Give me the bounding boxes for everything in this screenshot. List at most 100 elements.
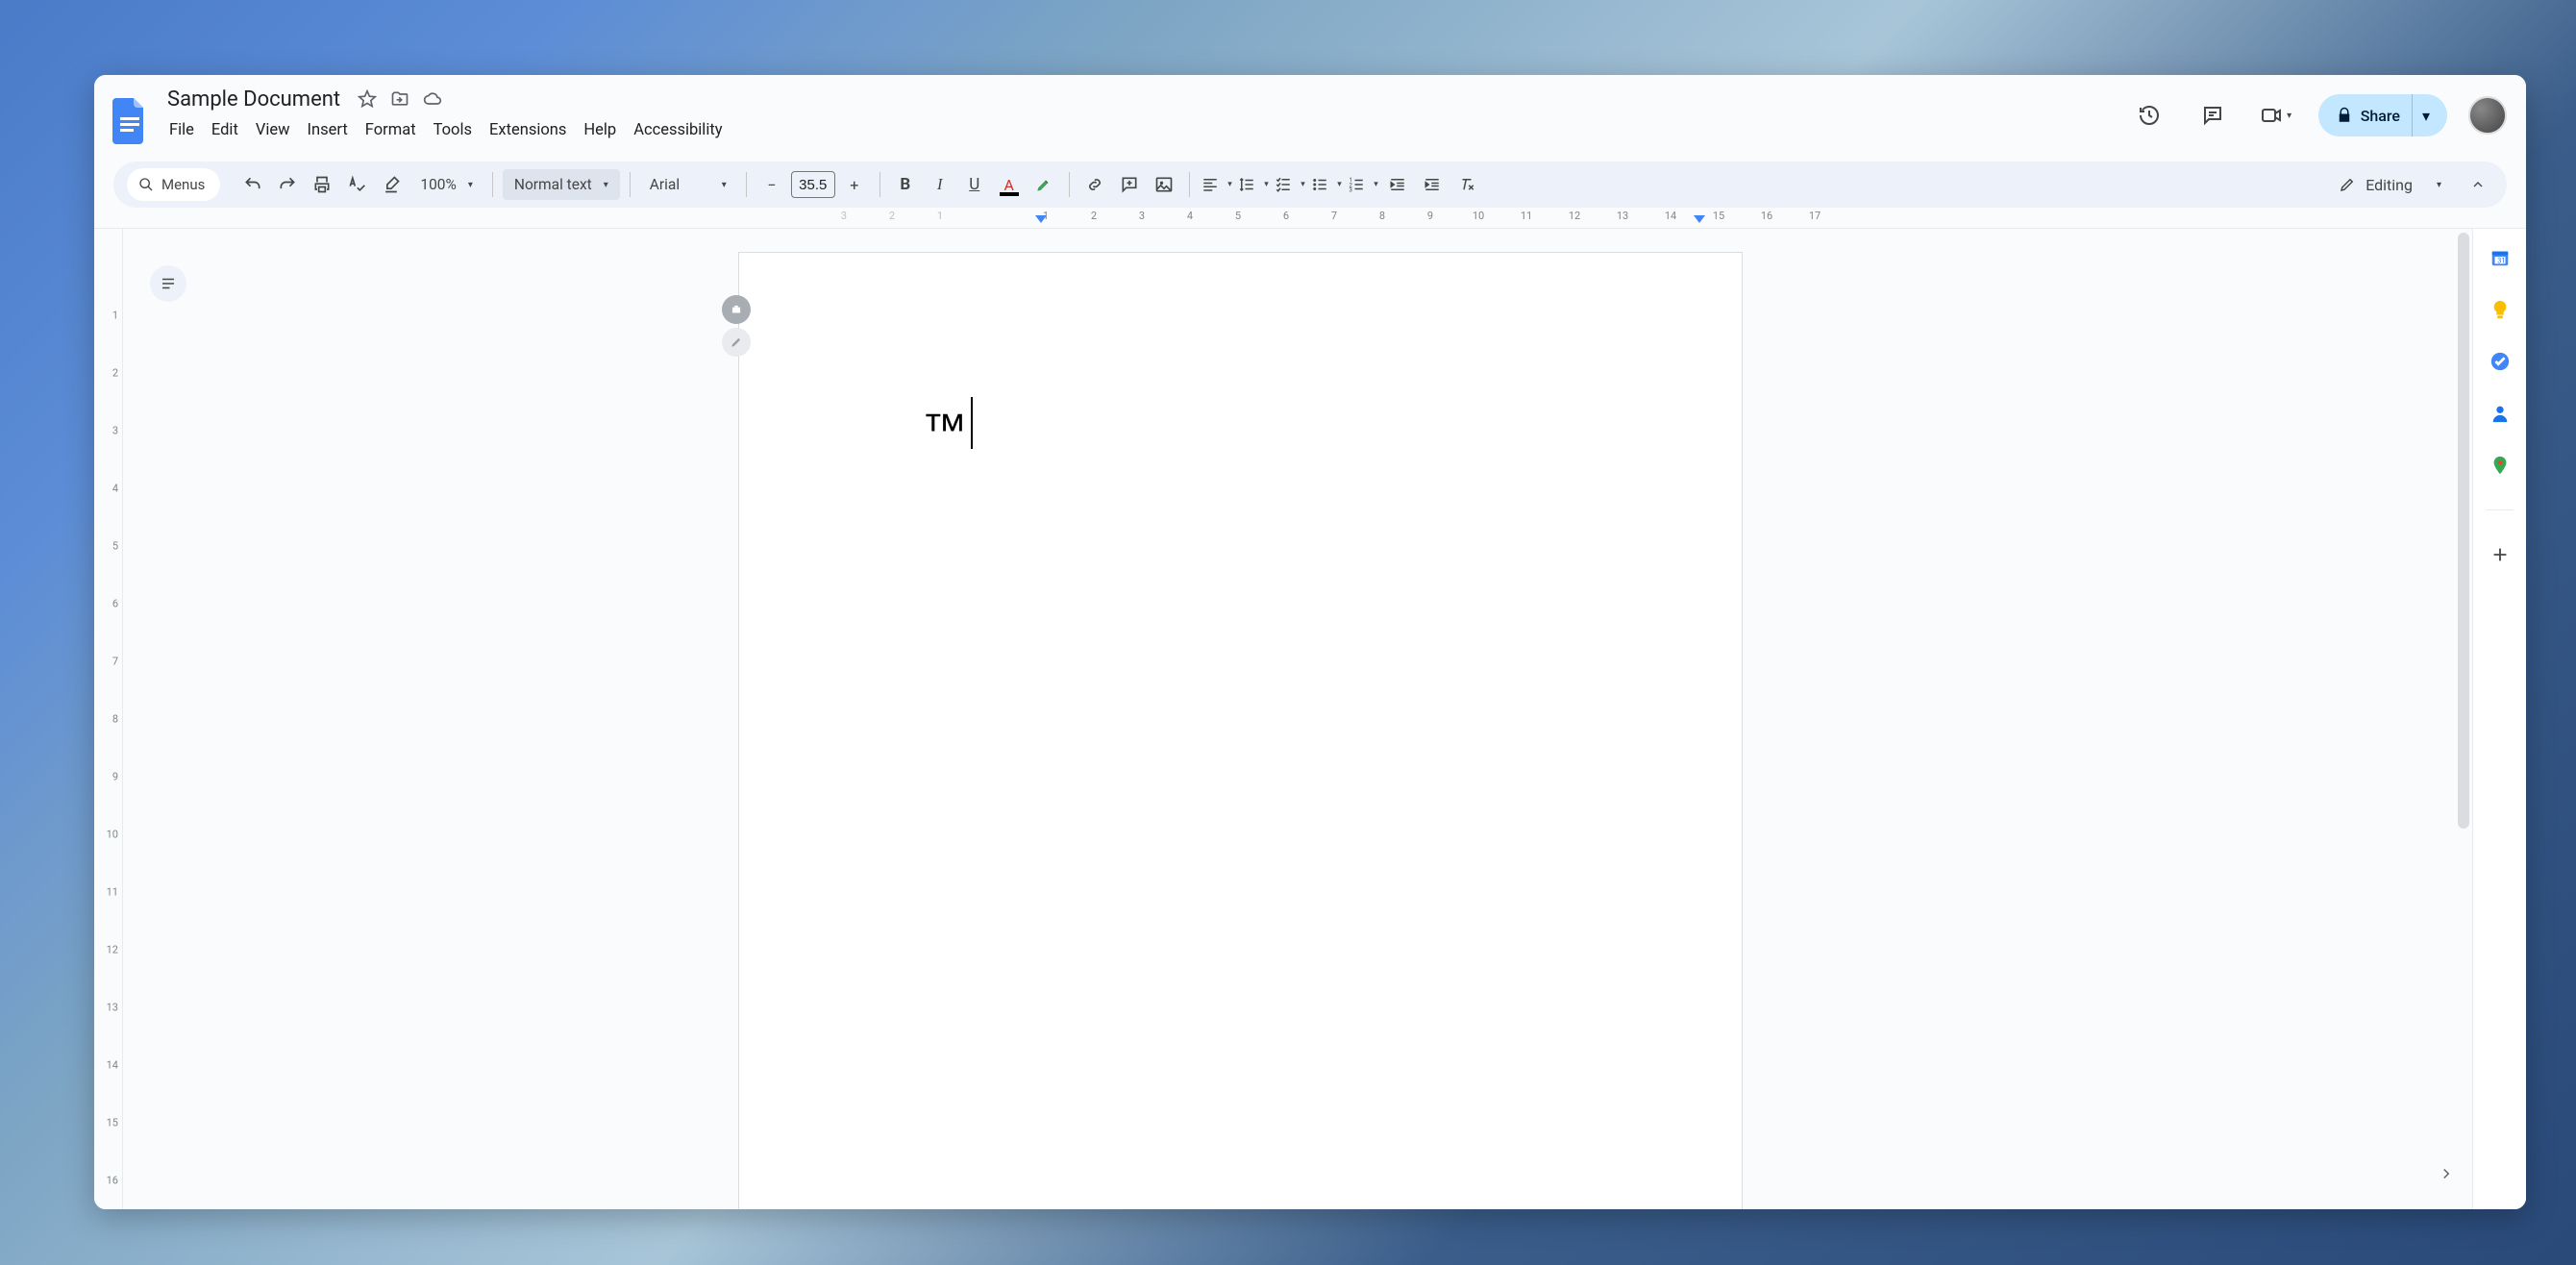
title-row: Sample Document	[161, 85, 731, 113]
ruler-tick: 9	[1427, 210, 1433, 222]
print-button[interactable]	[307, 169, 337, 200]
get-addons-button[interactable]	[2489, 543, 2512, 566]
ruler-tick: 15	[107, 1117, 118, 1129]
ruler-tick: 3	[841, 210, 847, 222]
scrollbar[interactable]	[2457, 229, 2470, 1209]
menu-tools[interactable]: Tools	[426, 117, 480, 143]
docs-logo-icon[interactable]	[108, 92, 152, 150]
comment-icon[interactable]	[2192, 94, 2234, 136]
text-cursor	[971, 397, 973, 449]
chevron-down-icon: ▾	[604, 180, 608, 190]
editing-label: Editing	[2365, 176, 2413, 194]
paint-format-button[interactable]	[376, 169, 407, 200]
menu-view[interactable]: View	[248, 117, 298, 143]
link-button[interactable]	[1079, 169, 1110, 200]
numbered-list-button[interactable]: 123▾	[1346, 169, 1378, 200]
menu-edit[interactable]: Edit	[204, 117, 246, 143]
ruler-tick: 8	[1379, 210, 1385, 222]
keep-icon[interactable]	[2489, 298, 2512, 321]
ruler-tick: 3	[112, 425, 118, 437]
share-caret-icon[interactable]: ▾	[2412, 94, 2440, 136]
ruler-tick: 7	[1331, 210, 1337, 222]
account-avatar[interactable]	[2468, 96, 2507, 135]
increase-font-button[interactable]: +	[839, 169, 870, 200]
ruler-tick: 12	[1569, 210, 1580, 222]
highlight-button[interactable]	[1028, 169, 1059, 200]
document-text[interactable]: ™	[922, 403, 967, 456]
menus-label: Menus	[161, 176, 205, 193]
contacts-icon[interactable]	[2489, 402, 2512, 425]
line-spacing-button[interactable]: ▾	[1236, 169, 1269, 200]
page[interactable]: ™	[738, 252, 1743, 1209]
separator	[1069, 172, 1070, 197]
scrollbar-thumb[interactable]	[2458, 233, 2469, 829]
add-comment-button[interactable]	[1114, 169, 1145, 200]
spellcheck-button[interactable]	[341, 169, 372, 200]
ruler-tick: 2	[1091, 210, 1097, 222]
font-value: Arial	[650, 176, 680, 193]
decrease-font-button[interactable]: −	[756, 169, 787, 200]
document-title[interactable]: Sample Document	[161, 86, 346, 113]
search-icon	[138, 177, 154, 192]
zoom-dropdown[interactable]: 100%▾	[410, 169, 483, 200]
vertical-ruler[interactable]: 1 2 3 4 5 6 7 8 9 10 11 12 13 14 15 16	[94, 229, 123, 1209]
separator	[1189, 172, 1190, 197]
separator	[879, 172, 880, 197]
collapse-toolbar-button[interactable]	[2463, 169, 2493, 200]
cloud-status-icon[interactable]	[423, 89, 442, 109]
italic-button[interactable]: I	[925, 169, 955, 200]
bullet-list-button[interactable]: ▾	[1309, 169, 1342, 200]
insert-image-button[interactable]	[1149, 169, 1179, 200]
share-button[interactable]: Share ▾	[2318, 94, 2447, 136]
increase-indent-button[interactable]	[1417, 169, 1448, 200]
ruler-tick: 11	[1521, 210, 1532, 222]
font-size-input[interactable]	[791, 171, 835, 198]
ruler-tick: 8	[112, 713, 118, 726]
text-color-button[interactable]: A	[994, 169, 1025, 200]
redo-button[interactable]	[272, 169, 303, 200]
clear-formatting-button[interactable]	[1451, 169, 1482, 200]
undo-button[interactable]	[237, 169, 268, 200]
horizontal-ruler[interactable]: 3 2 1 1 2 3 4 5 6 7 8 9 10 11 12 13 14 1…	[94, 208, 2526, 229]
building-block-icon[interactable]	[722, 295, 751, 324]
search-menus-button[interactable]: Menus	[127, 168, 220, 201]
bold-button[interactable]: B	[890, 169, 921, 200]
ruler-tick: 11	[107, 886, 118, 899]
ruler-tick: 1	[112, 310, 118, 322]
share-label: Share	[2361, 107, 2400, 125]
menu-insert[interactable]: Insert	[300, 117, 356, 143]
calendar-icon[interactable]: 31	[2489, 246, 2512, 269]
styles-dropdown[interactable]: Normal text ▾	[503, 169, 620, 200]
style-value: Normal text	[514, 176, 592, 193]
title-stack: Sample Document File Edit View Insert Fo…	[161, 85, 731, 143]
decrease-indent-button[interactable]	[1382, 169, 1413, 200]
ruler-tick: 14	[107, 1059, 118, 1072]
star-icon[interactable]	[358, 89, 377, 109]
ruler-tick: 9	[112, 771, 118, 783]
history-icon[interactable]	[2128, 94, 2170, 136]
font-dropdown[interactable]: Arial▾	[640, 169, 736, 200]
hide-side-panel-button[interactable]	[2430, 1157, 2463, 1190]
underline-button[interactable]: U	[959, 169, 990, 200]
menu-format[interactable]: Format	[358, 117, 424, 143]
menu-file[interactable]: File	[161, 117, 202, 143]
maps-icon[interactable]	[2489, 454, 2512, 477]
menu-accessibility[interactable]: Accessibility	[626, 117, 730, 143]
ruler-tick: 13	[1617, 210, 1628, 222]
pen-icon[interactable]	[722, 328, 751, 357]
ruler-tick: 5	[1235, 210, 1241, 222]
menu-extensions[interactable]: Extensions	[482, 117, 574, 143]
document-scroll-area[interactable]: ™	[123, 229, 2472, 1209]
tasks-icon[interactable]	[2489, 350, 2512, 373]
indent-marker-icon[interactable]	[1694, 215, 1705, 223]
meet-icon[interactable]: ▾	[2255, 94, 2297, 136]
ruler-tick: 3	[1139, 210, 1145, 222]
editing-mode-dropdown[interactable]: Editing ▾	[2325, 167, 2455, 202]
ruler-tick: 6	[112, 598, 118, 610]
align-button[interactable]: ▾	[1200, 169, 1232, 200]
lock-icon	[2336, 107, 2353, 124]
menu-help[interactable]: Help	[576, 117, 624, 143]
move-icon[interactable]	[390, 89, 409, 109]
titlebar: Sample Document File Edit View Insert Fo…	[94, 75, 2526, 161]
checklist-button[interactable]: ▾	[1273, 169, 1305, 200]
